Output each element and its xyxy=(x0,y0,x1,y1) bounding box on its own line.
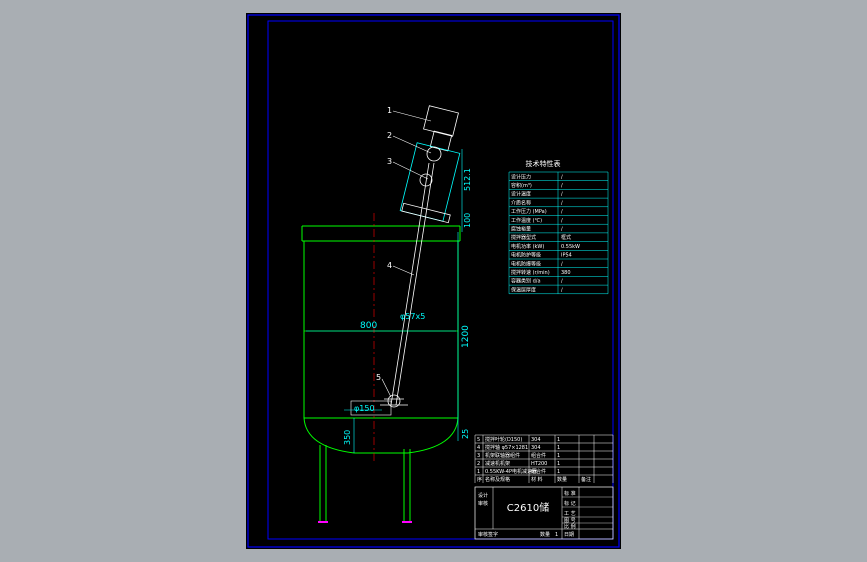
impeller-blades xyxy=(380,398,408,406)
tech-row-name: 搅拌转速 (r/min) xyxy=(511,269,550,276)
leader-5 xyxy=(381,378,392,398)
tech-row-name: 容积(m³) xyxy=(511,182,532,189)
cad-drawing: 1 2 3 4 5 512.1 100 1200 25 800 350 φ57x… xyxy=(247,14,620,548)
parts-cell: 3 xyxy=(477,453,480,459)
part-number-4: 4 xyxy=(387,261,392,270)
tech-row-name: 容器类别 d/a xyxy=(511,278,541,285)
parts-cell: 1 xyxy=(557,437,560,443)
parts-cell: 2 xyxy=(477,461,480,467)
parts-header-cell: 序 xyxy=(477,476,482,483)
parts-header-cell: 材 料 xyxy=(531,476,543,483)
motor-flange xyxy=(429,130,453,152)
part-number-2: 2 xyxy=(387,131,392,140)
shaft-edge-b xyxy=(395,162,435,406)
parts-cell: HT200 xyxy=(531,461,547,467)
tech-row-value: / xyxy=(561,192,563,198)
dim-800: 800 xyxy=(360,321,377,331)
tech-row-value: / xyxy=(561,227,563,233)
parts-cell: 304 xyxy=(531,445,541,451)
parts-cell: 0.55KW-4P电机减速器 xyxy=(485,468,537,475)
tech-row-name: 工作压力 (MPa) xyxy=(511,208,547,215)
leader-1 xyxy=(392,110,432,122)
tb-right-label-2: 工 艺 xyxy=(564,511,576,517)
tech-row-value: 0.55kW xyxy=(561,244,580,250)
part-number-3: 3 xyxy=(387,157,392,166)
tb-sheet-label: 数量 xyxy=(540,531,550,538)
dim-shaft-diameter: φ57x5 xyxy=(400,312,425,321)
parts-cell: 304 xyxy=(531,437,541,443)
parts-cell: 组合件 xyxy=(531,468,546,475)
tech-row-name: 设计温度 xyxy=(511,191,531,198)
dim-1200: 1200 xyxy=(461,325,471,348)
coupling-upper xyxy=(426,146,442,162)
tb-label-review: 审核 xyxy=(478,500,488,507)
parts-header-cell: 备注 xyxy=(581,476,591,483)
part-number-5: 5 xyxy=(376,373,381,382)
parts-list: 5 搅拌叶轮(D150) 304 1 4 搅拌轴 φ57×1281 304 1 3 机架联轴器组件… xyxy=(474,434,614,483)
parts-cell: 1 xyxy=(477,469,480,475)
tech-table-title: 技术特性表 xyxy=(526,159,561,168)
tech-row-value: / xyxy=(561,287,563,293)
motor-body xyxy=(423,105,459,137)
tech-row-value: / xyxy=(561,261,563,267)
drawing-sheet[interactable]: 1 2 3 4 5 512.1 100 1200 25 800 350 φ57x… xyxy=(246,13,621,549)
tech-table: 技术特性表 设计压力 / 容积(m³) / 设计温度 / 介质名称 / 工作压力 (MPa) / 工… xyxy=(508,159,609,295)
tb-label-design: 设计 xyxy=(478,492,488,499)
dim-25: 25 xyxy=(461,429,470,439)
tech-row-name: 腐蚀裕量 xyxy=(511,226,531,233)
parts-header-cell: 数量 xyxy=(557,476,567,483)
tech-row-value: / xyxy=(561,200,563,206)
tech-row-value: 380 xyxy=(561,270,571,276)
parts-header-cell: 名称及规格 xyxy=(485,476,510,483)
part-number-1: 1 xyxy=(387,106,392,115)
tech-row-name: 电机防护等级 xyxy=(511,252,541,259)
tech-row-name: 搅拌器型式 xyxy=(511,234,536,241)
leader-4 xyxy=(392,265,415,276)
dim-512: 512.1 xyxy=(463,168,472,191)
tech-row-value: / xyxy=(561,218,563,224)
parts-cell: 5 xyxy=(477,437,480,443)
parts-cell: 组合件 xyxy=(531,452,546,459)
tb-right-label-0: 标 准 xyxy=(564,490,576,497)
tb-sheet-value: 1 xyxy=(555,532,558,538)
tech-row-value: / xyxy=(561,279,563,285)
parts-cell: 4 xyxy=(477,445,480,451)
dim-100: 100 xyxy=(463,213,472,228)
dim-350: 350 xyxy=(343,430,352,445)
vessel-bottom-head xyxy=(303,417,459,454)
shaft-edge-a xyxy=(390,162,430,406)
agitator xyxy=(380,105,461,408)
parts-cell: 1 xyxy=(557,445,560,451)
tech-row-name: 保温层厚度 xyxy=(511,286,536,293)
parts-cell: 机架联轴器组件 xyxy=(485,452,520,459)
tb-bottom-left: 审核签字 xyxy=(478,531,498,538)
tech-row-value: / xyxy=(561,183,563,189)
parts-cell: 1 xyxy=(557,453,560,459)
parts-cell: 搅拌轴 φ57×1281 xyxy=(485,444,528,451)
tb-right-label-1: 标 记 xyxy=(564,500,576,507)
parts-cell: 1 xyxy=(557,469,560,475)
tech-row-name: 电机防爆等级 xyxy=(511,260,541,267)
tb-right-label-4: 比 例 xyxy=(564,523,576,530)
tech-table-text: 设计压力 / 容积(m³) / 设计温度 / 介质名称 / 工作压力 (MPa) / 工作温度 (℃… xyxy=(511,173,580,293)
tech-row-value: / xyxy=(561,174,563,180)
tech-row-name: 工作温度 (℃) xyxy=(511,217,542,224)
title-block: C2610储 设计 审核 标 准 标 记 工 艺 图 号 比 例 审核签字 数量… xyxy=(474,486,614,540)
tech-row-value: / xyxy=(561,209,563,215)
parts-cell: 减速机机架 xyxy=(485,460,510,467)
tb-date-label: 日期 xyxy=(564,532,574,538)
dim-base-diameter: φ150 xyxy=(354,404,375,413)
tech-row-value: IP54 xyxy=(561,253,572,259)
leader-lines xyxy=(381,110,432,398)
parts-cell: 搅拌叶轮(D150) xyxy=(485,436,522,443)
parts-cell: 1 xyxy=(557,461,560,467)
drawing-title: C2610储 xyxy=(507,501,549,514)
tech-row-value: 框式 xyxy=(561,234,571,241)
tech-row-name: 电机功率 (kW) xyxy=(511,243,544,250)
dimension-lines xyxy=(306,149,463,453)
tech-row-name: 介质名称 xyxy=(511,199,531,206)
tech-row-name: 设计压力 xyxy=(511,173,531,180)
leader-3 xyxy=(392,161,429,180)
